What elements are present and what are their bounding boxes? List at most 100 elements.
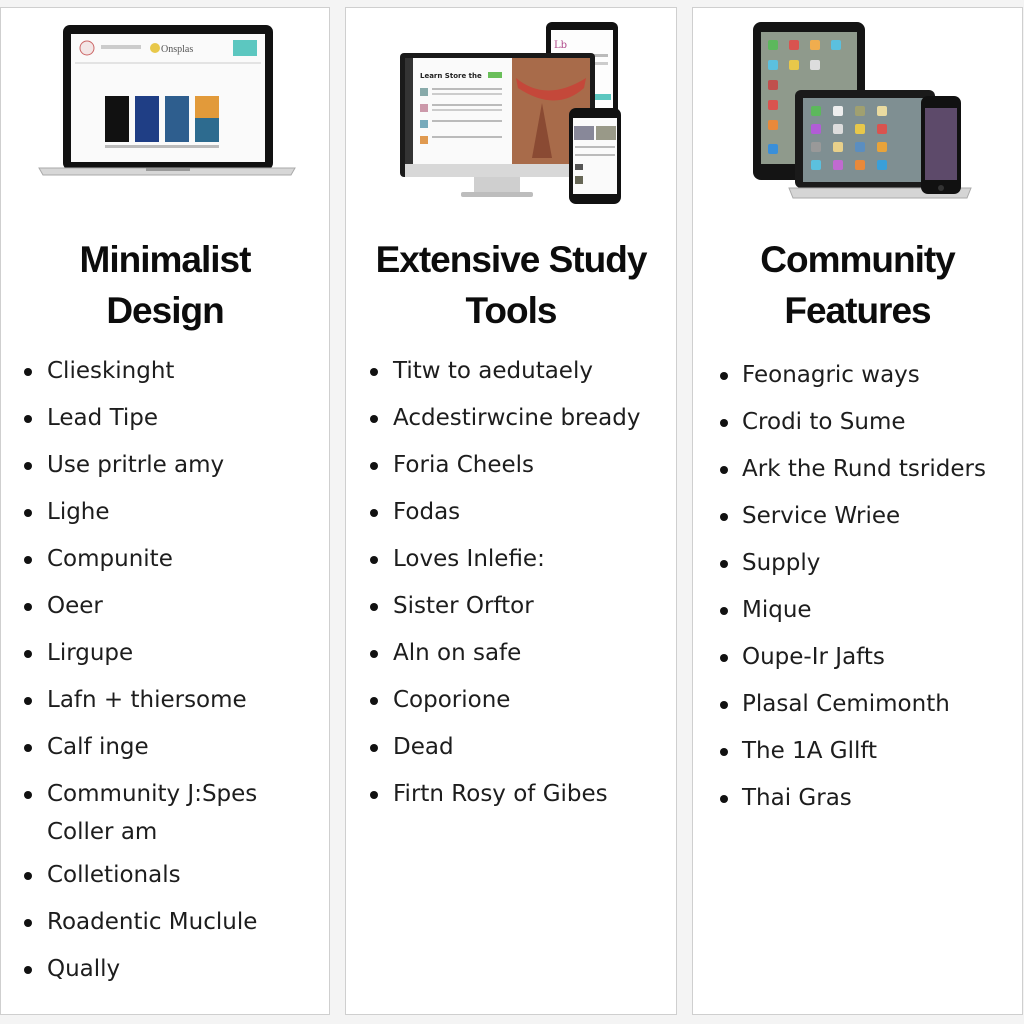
bullet-icon xyxy=(720,654,728,662)
feature-list: Feonagric ways Crodi to Sume Ark the Run… xyxy=(693,352,1022,822)
list-item: Titw to aedutaely xyxy=(346,348,676,395)
list-item-text: Feonagric ways xyxy=(742,362,920,388)
bullet-icon xyxy=(24,556,32,564)
list-item-continuation: Coller am xyxy=(1,812,329,852)
card-title-line: Community xyxy=(760,239,956,280)
list-item-text: Lead Tipe xyxy=(47,405,159,431)
list-item-text: Community J:Spes xyxy=(47,781,258,807)
list-item-text: Crodi to Sume xyxy=(742,409,906,435)
list-item: Dead xyxy=(346,724,676,771)
devices-illustration xyxy=(693,8,1022,208)
bullet-icon xyxy=(24,509,32,517)
list-item-text: Mique xyxy=(742,597,812,623)
list-item-text: Loves Inlefie: xyxy=(393,546,545,572)
list-item-text: Lafn + thiersome xyxy=(47,687,247,713)
list-item: Lirgupe xyxy=(1,630,329,677)
bullet-icon xyxy=(24,368,32,376)
list-item-text: Qually xyxy=(47,956,121,982)
bullet-icon xyxy=(720,607,728,615)
bullet-icon xyxy=(24,744,32,752)
bullet-icon xyxy=(720,701,728,709)
list-item: Fodas xyxy=(346,489,676,536)
list-item: Foria Cheels xyxy=(346,442,676,489)
bullet-icon xyxy=(720,560,728,568)
list-item-text: Supply xyxy=(742,550,821,576)
laptop-icon: Onsplas xyxy=(38,25,296,176)
laptop-brand-text: Onsplas xyxy=(161,44,193,55)
list-item-text: Dead xyxy=(393,734,454,760)
feature-list: Clieskinght Lead Tipe Use pritrle amy Li… xyxy=(1,348,329,993)
list-item-text: Aln on safe xyxy=(393,640,522,666)
list-item-text: Oeer xyxy=(47,593,103,619)
bullet-icon xyxy=(370,650,378,658)
list-item-text: Ark the Rund tsriders xyxy=(742,456,986,482)
bullet-icon xyxy=(370,415,378,423)
list-item-text: The 1A Gllft xyxy=(742,738,878,764)
list-item-text: Coller am xyxy=(47,819,158,845)
list-item-text: Thai Gras xyxy=(742,785,852,811)
list-item: Lead Tipe xyxy=(1,395,329,442)
bullet-icon xyxy=(720,795,728,803)
bullet-icon xyxy=(720,419,728,427)
desktop-tablet-phone-icon: Lb Learn Store the xyxy=(400,22,621,204)
list-item-text: Sister Orftor xyxy=(393,593,534,619)
feature-card-extensive-study-tools: Lb Learn Store the Extensive Study Tools… xyxy=(345,7,677,1015)
bullet-icon xyxy=(24,919,32,927)
bullet-icon xyxy=(24,966,32,974)
list-item: The 1A Gllft xyxy=(693,728,1022,775)
list-item-text: Plasal Cemimonth xyxy=(742,691,950,717)
list-item: Ark the Rund tsriders xyxy=(693,446,1022,493)
bullet-icon xyxy=(370,603,378,611)
laptop-illustration: Onsplas xyxy=(1,8,329,208)
bullet-icon xyxy=(24,872,32,880)
list-item: Use pritrle amy xyxy=(1,442,329,489)
card-title: Extensive Study Tools xyxy=(346,234,676,336)
list-item-text: Oupe-Ir Jafts xyxy=(742,644,885,670)
list-item-text: Colletionals xyxy=(47,862,181,888)
list-item-text: Titw to aedutaely xyxy=(393,358,593,384)
bullet-icon xyxy=(720,372,728,380)
list-item: Oeer xyxy=(1,583,329,630)
list-item: Service Wriee xyxy=(693,493,1022,540)
bullet-icon xyxy=(370,462,378,470)
list-item: Sister Orftor xyxy=(346,583,676,630)
list-item-text: Coporione xyxy=(393,687,511,713)
card-title-line: Minimalist xyxy=(79,239,252,280)
list-item: Clieskinght xyxy=(1,348,329,395)
card-title-line: Extensive Study xyxy=(375,239,648,280)
card-title-line: Tools xyxy=(465,290,558,331)
list-item-text: Clieskinght xyxy=(47,358,175,384)
list-item: Lafn + thiersome xyxy=(1,677,329,724)
bullet-icon xyxy=(24,415,32,423)
bullet-icon xyxy=(370,509,378,517)
card-title-line: Design xyxy=(106,290,224,331)
list-item: Qually xyxy=(1,946,329,993)
list-item-text: Roadentic Muclule xyxy=(47,909,258,935)
bullet-icon xyxy=(370,791,378,799)
list-item: Plasal Cemimonth xyxy=(693,681,1022,728)
list-item: Compunite xyxy=(1,536,329,583)
list-item-text: Calf inge xyxy=(47,734,149,760)
list-item: Supply xyxy=(693,540,1022,587)
feature-card-community-features: Community Features Feonagric ways Crodi … xyxy=(692,7,1023,1015)
list-item-text: Foria Cheels xyxy=(393,452,535,478)
desktop-heading-text: Learn Store the xyxy=(420,72,482,80)
list-item: Firtn Rosy of Gibes xyxy=(346,771,676,818)
list-item-text: Service Wriee xyxy=(742,503,901,529)
bullet-icon xyxy=(720,466,728,474)
list-item: Aln on safe xyxy=(346,630,676,677)
bullet-icon xyxy=(370,556,378,564)
list-item: Calf inge xyxy=(1,724,329,771)
list-item-text: Fodas xyxy=(393,499,461,525)
list-item: Feonagric ways xyxy=(693,352,1022,399)
list-item: Coporione xyxy=(346,677,676,724)
list-item-text: Acdestirwcine bready xyxy=(393,405,641,431)
bullet-icon xyxy=(720,513,728,521)
bullet-icon xyxy=(24,791,32,799)
list-item: Roadentic Muclule xyxy=(1,899,329,946)
list-item: Community J:Spes xyxy=(1,771,329,818)
list-item-text: Lighe xyxy=(47,499,110,525)
bullet-icon xyxy=(720,748,728,756)
card-title: Community Features xyxy=(693,234,1022,336)
bullet-icon xyxy=(24,462,32,470)
